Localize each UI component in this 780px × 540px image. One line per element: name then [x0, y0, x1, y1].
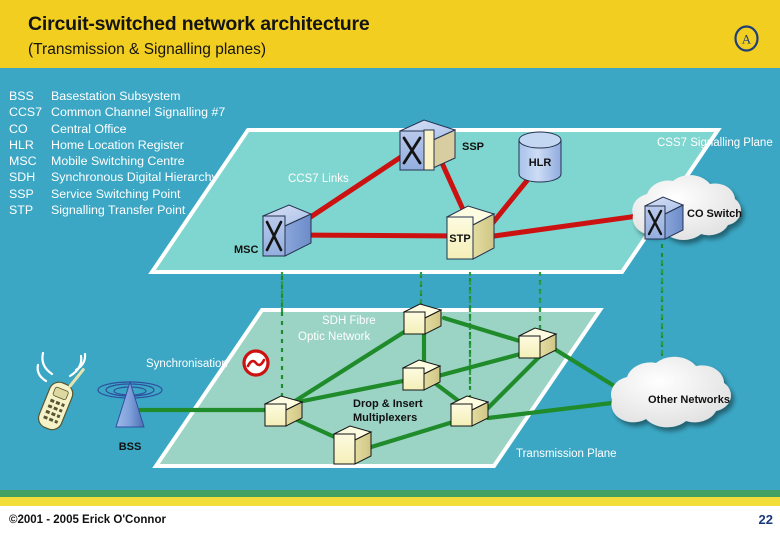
slide: Circuit-switched network architecture (T…	[0, 0, 780, 540]
node-mux-6[interactable]	[332, 425, 373, 465]
ccs7-links-label: CCS7 Links	[288, 173, 349, 185]
footer-band-green	[0, 490, 780, 497]
node-label-msc: MSC	[234, 244, 259, 256]
synchronisation-label: Synchronisation	[146, 358, 228, 370]
transmission-plane-label: Transmission Plane	[516, 448, 617, 460]
node-stp[interactable]: STP	[445, 205, 496, 260]
page-number: 22	[758, 512, 773, 527]
node-label-other-networks: Other Networks	[648, 394, 730, 406]
node-label-bss: BSS	[119, 441, 142, 453]
copyright-text: ©2001 - 2005 Erick O'Connor	[9, 514, 166, 526]
node-label-co-switch: CO Switch	[687, 208, 742, 220]
link-msc-stp	[285, 232, 465, 239]
node-hlr[interactable]: HLR	[518, 131, 562, 183]
node-other-networks[interactable]: Other Networks	[610, 356, 731, 428]
node-label-ssp: SSP	[462, 141, 484, 153]
node-bss-antenna[interactable]: BSS	[97, 380, 163, 453]
node-sync-source[interactable]: Synchronisation	[146, 349, 270, 377]
node-label-hlr: HLR	[529, 157, 552, 169]
sdh-network-label-line1: SDH Fibre	[322, 315, 376, 327]
node-mobile-handset[interactable]	[36, 351, 87, 433]
drop-insert-label-line1: Drop & Insert	[353, 398, 423, 410]
node-label-stp: STP	[449, 233, 470, 245]
cloud-shape	[610, 356, 731, 428]
sdh-network-label-line2: Optic Network	[298, 331, 370, 343]
network-architecture-diagram: CCS7 Links CSS7 Signalling Plane MSC SSP	[36, 119, 773, 468]
footer-band-yellow	[0, 497, 780, 506]
signalling-plane-label: CSS7 Signalling Plane	[657, 137, 773, 149]
drop-insert-label-line2: Multiplexers	[353, 412, 417, 424]
